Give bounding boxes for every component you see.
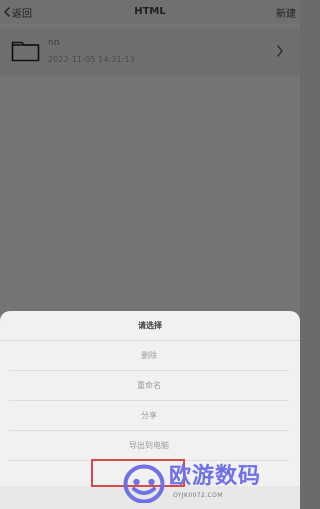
delete-option[interactable]: 删除 bbox=[9, 341, 289, 371]
export-to-computer-option[interactable]: 导出到电脑 bbox=[9, 431, 289, 461]
new-button[interactable]: 新建 bbox=[276, 5, 296, 20]
page-title: HTML bbox=[134, 6, 166, 17]
file-browser-screen: 返回 HTML 新建 nn 2022-11-05 14:31:13 请选择 删除… bbox=[0, 0, 300, 509]
folder-list-item[interactable]: nn 2022-11-05 14:31:13 bbox=[0, 28, 300, 76]
folder-name: nn bbox=[48, 38, 60, 48]
highlight-box bbox=[91, 459, 185, 487]
share-option[interactable]: 分享 bbox=[9, 401, 289, 431]
rename-option[interactable]: 重命名 bbox=[9, 371, 289, 401]
folder-icon bbox=[11, 38, 40, 62]
top-navigation-bar: 返回 HTML 新建 bbox=[0, 0, 300, 24]
folder-date: 2022-11-05 14:31:13 bbox=[48, 55, 135, 64]
action-sheet-title: 请选择 bbox=[0, 311, 300, 341]
cancel-row[interactable] bbox=[0, 486, 300, 509]
chevron-right-icon bbox=[275, 44, 285, 58]
